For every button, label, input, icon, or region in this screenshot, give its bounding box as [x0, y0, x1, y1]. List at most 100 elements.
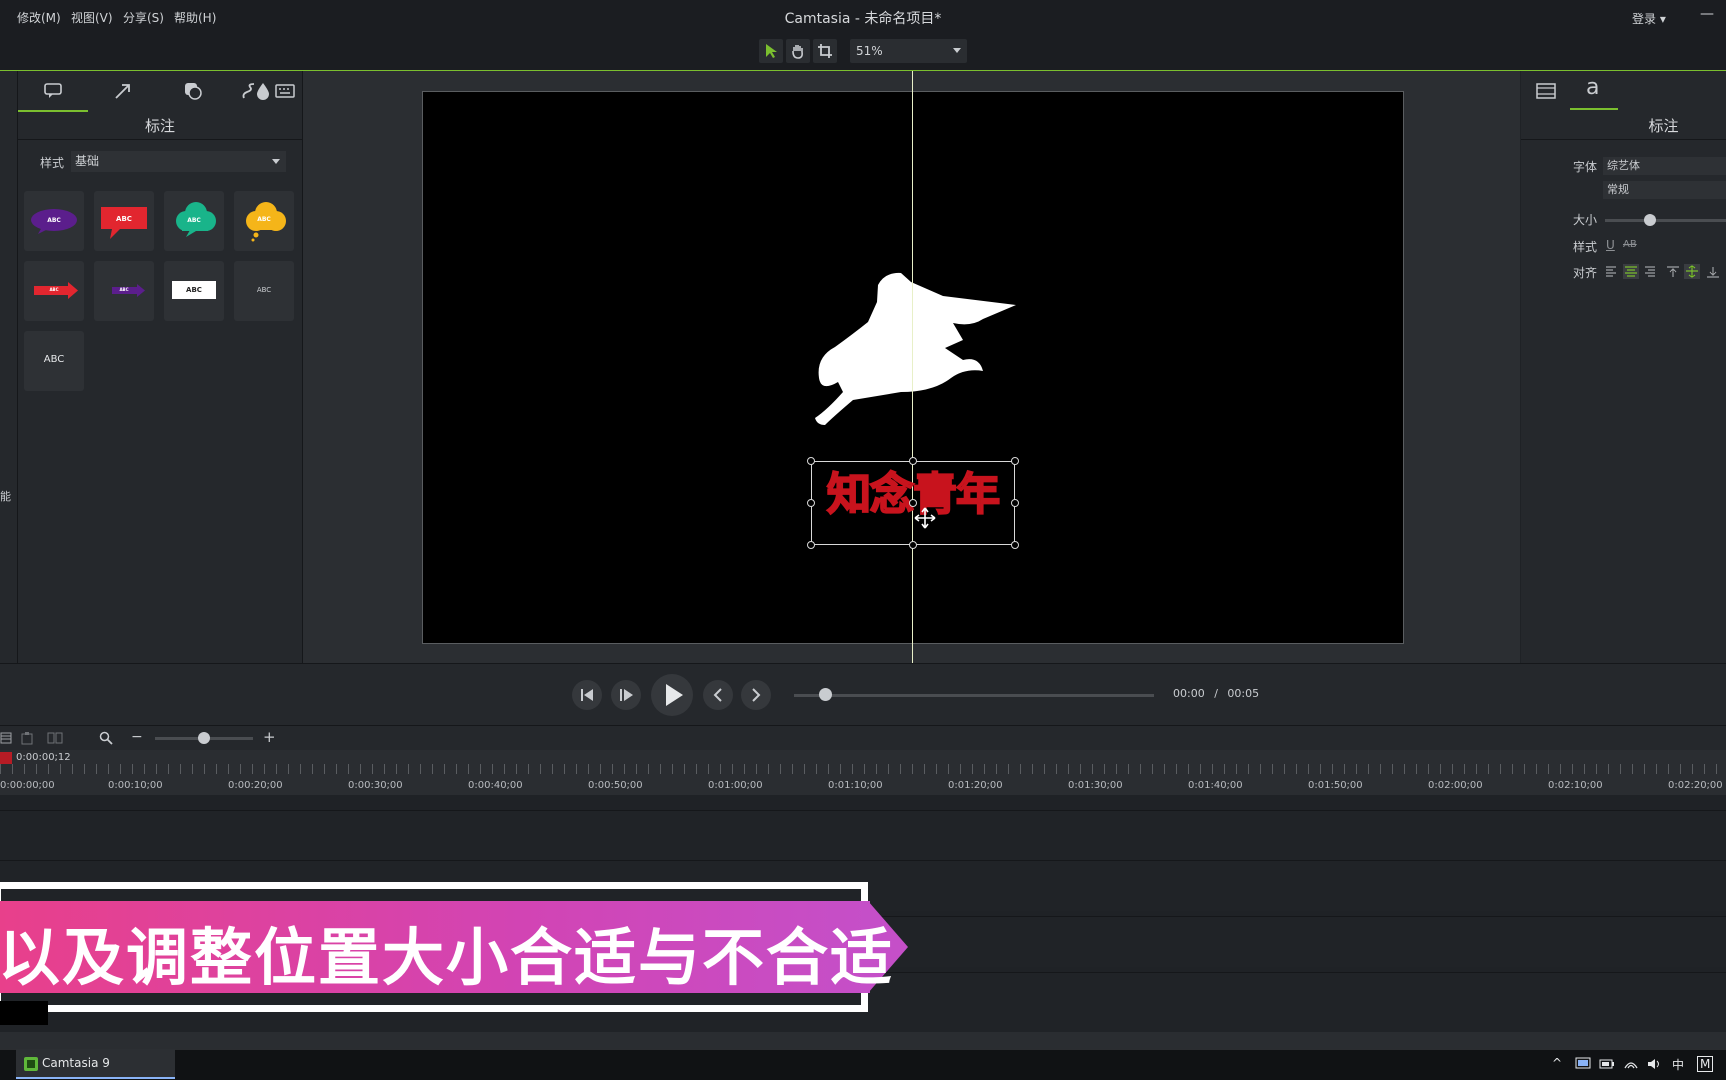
tab-arrows[interactable]	[88, 71, 158, 110]
timeline-zoom-knob[interactable]	[198, 732, 210, 744]
left-tool-strip: 能	[0, 71, 18, 663]
playhead-marker[interactable]	[0, 752, 12, 764]
caption-text: 以及调整位置大小合适与不合适	[0, 921, 895, 994]
tab-visual-properties[interactable]	[1521, 71, 1567, 110]
ime-mode[interactable]: M	[1697, 1056, 1714, 1072]
font-label: 字体	[1573, 160, 1598, 174]
chevron-down-icon	[272, 159, 280, 164]
style-label: 样式	[1573, 240, 1598, 254]
timeline-track[interactable]	[0, 810, 1726, 861]
play-button[interactable]	[651, 674, 693, 716]
chevron-up-icon[interactable]: ^	[1552, 1056, 1562, 1070]
size-slider-knob[interactable]	[1644, 214, 1656, 226]
select-tool-button[interactable]	[759, 39, 783, 63]
battery-icon[interactable]	[1599, 1057, 1615, 1071]
scrub-knob[interactable]	[819, 688, 832, 701]
total-time: 00:05	[1227, 687, 1260, 700]
minimize-button[interactable]: —	[1700, 6, 1714, 22]
ruler-ticks	[0, 764, 1726, 774]
tab-callouts[interactable]	[18, 71, 88, 112]
keyboard-icon	[275, 84, 295, 98]
resize-handle[interactable]	[807, 457, 815, 465]
callout-icon	[44, 83, 62, 98]
resize-handle[interactable]	[1011, 541, 1019, 549]
strip-label: 能	[0, 490, 11, 503]
tick-label: 0:01:00;00	[708, 780, 763, 791]
style-value: 基础	[75, 154, 100, 168]
wifi-icon[interactable]	[1623, 1057, 1639, 1071]
resize-handle[interactable]	[1011, 499, 1019, 507]
font-weight-select[interactable]: 常规	[1603, 181, 1726, 199]
letter-a-icon: a	[1586, 75, 1600, 100]
size-slider-track[interactable]	[1605, 219, 1726, 222]
play-icon	[666, 684, 683, 706]
taskbar-app-camtasia[interactable]: Camtasia 9	[16, 1049, 175, 1079]
callout-tile-plain-text[interactable]: ABC	[24, 331, 84, 391]
timeline-scrollbar[interactable]	[0, 1032, 1726, 1049]
paste-icon[interactable]	[20, 731, 34, 745]
next-marker-button[interactable]	[741, 680, 771, 710]
login-button[interactable]: 登录 ▾	[1632, 10, 1666, 27]
center-guide-line	[912, 71, 913, 663]
resize-handle[interactable]	[909, 457, 917, 465]
zoom-select[interactable]: 51%	[850, 39, 967, 63]
previous-marker-button[interactable]	[703, 680, 733, 710]
tick-label: 0:01:20;00	[948, 780, 1003, 791]
shapes-icon	[185, 83, 202, 100]
divider	[18, 139, 302, 140]
pan-tool-button[interactable]	[786, 39, 810, 63]
callout-tile-cloud-green[interactable]: ABC	[164, 191, 224, 251]
main-toolbar: 51%	[0, 34, 1726, 71]
tab-text-properties[interactable]: a	[1570, 71, 1618, 110]
zoom-in-button[interactable]: +	[263, 728, 276, 746]
resize-handle[interactable]	[909, 541, 917, 549]
camtasia-icon	[24, 1057, 38, 1071]
tick-label: 0:00:00;00	[0, 780, 55, 791]
style-select[interactable]: 基础	[71, 151, 286, 172]
tab-shapes[interactable]	[158, 71, 228, 110]
callout-tile-oval[interactable]: ABC	[24, 191, 84, 251]
crop-icon	[818, 44, 832, 58]
tick-label: 0:01:30;00	[1068, 780, 1123, 791]
tab-keystroke[interactable]	[268, 71, 302, 110]
ime-language[interactable]: 中	[1672, 1056, 1684, 1073]
callout-tile-purple-arrow[interactable]: ABC	[94, 261, 154, 321]
search-icon[interactable]	[99, 731, 113, 745]
font-select[interactable]: 综艺体	[1603, 157, 1726, 175]
callout-tile-white-box[interactable]: ABC	[164, 261, 224, 321]
split-icon[interactable]	[47, 731, 63, 745]
resize-handle[interactable]	[807, 499, 815, 507]
preview-canvas[interactable]	[422, 91, 1404, 644]
font-weight-value: 常规	[1607, 183, 1629, 196]
timeline-ruler[interactable]: 0:00:00;12 0:00:00;00 0:00:10;00 0:00:20…	[0, 750, 1726, 795]
time-readout: 00:00 / 00:05	[1173, 687, 1259, 700]
step-forward-button[interactable]	[611, 680, 641, 710]
step-back-button[interactable]	[572, 680, 602, 710]
resize-handle[interactable]	[807, 541, 815, 549]
panel-title: 标注	[144, 117, 175, 135]
chevron-right-icon	[752, 688, 761, 702]
window-title: Camtasia - 未命名项目*	[784, 11, 942, 27]
arrow-pointer-icon	[766, 44, 777, 58]
crop-tool-button[interactable]	[813, 39, 837, 63]
move-cursor-icon	[914, 507, 936, 529]
title-bar: 修改(M) 视图(V) 分享(S) 帮助(H) Camtasia - 未命名项目…	[0, 0, 1726, 34]
resize-handle[interactable]	[1011, 457, 1019, 465]
timeline-toolbar: − +	[0, 725, 1726, 751]
monitor-icon[interactable]	[1575, 1057, 1591, 1071]
scrub-track[interactable]	[794, 694, 1154, 697]
callout-tile-speech[interactable]: ABC	[94, 191, 154, 251]
taskbar	[0, 1049, 1726, 1080]
callout-tile-cloud-yellow[interactable]: ABC	[234, 191, 294, 251]
taskbar-app-label: Camtasia 9	[42, 1056, 110, 1070]
callout-tile-text[interactable]: ABC	[234, 261, 294, 321]
track-icon[interactable]	[0, 731, 12, 745]
tick-label: 0:01:50;00	[1308, 780, 1363, 791]
strikethrough-button[interactable]: AB	[1623, 239, 1637, 250]
zoom-value: 51%	[856, 44, 883, 58]
underline-button[interactable]: U	[1606, 238, 1615, 252]
speaker-icon[interactable]	[1646, 1057, 1662, 1071]
callout-tile-red-arrow[interactable]: ABC	[24, 261, 84, 321]
zoom-out-button[interactable]: −	[131, 729, 143, 745]
alignment-buttons[interactable]	[1604, 264, 1726, 280]
